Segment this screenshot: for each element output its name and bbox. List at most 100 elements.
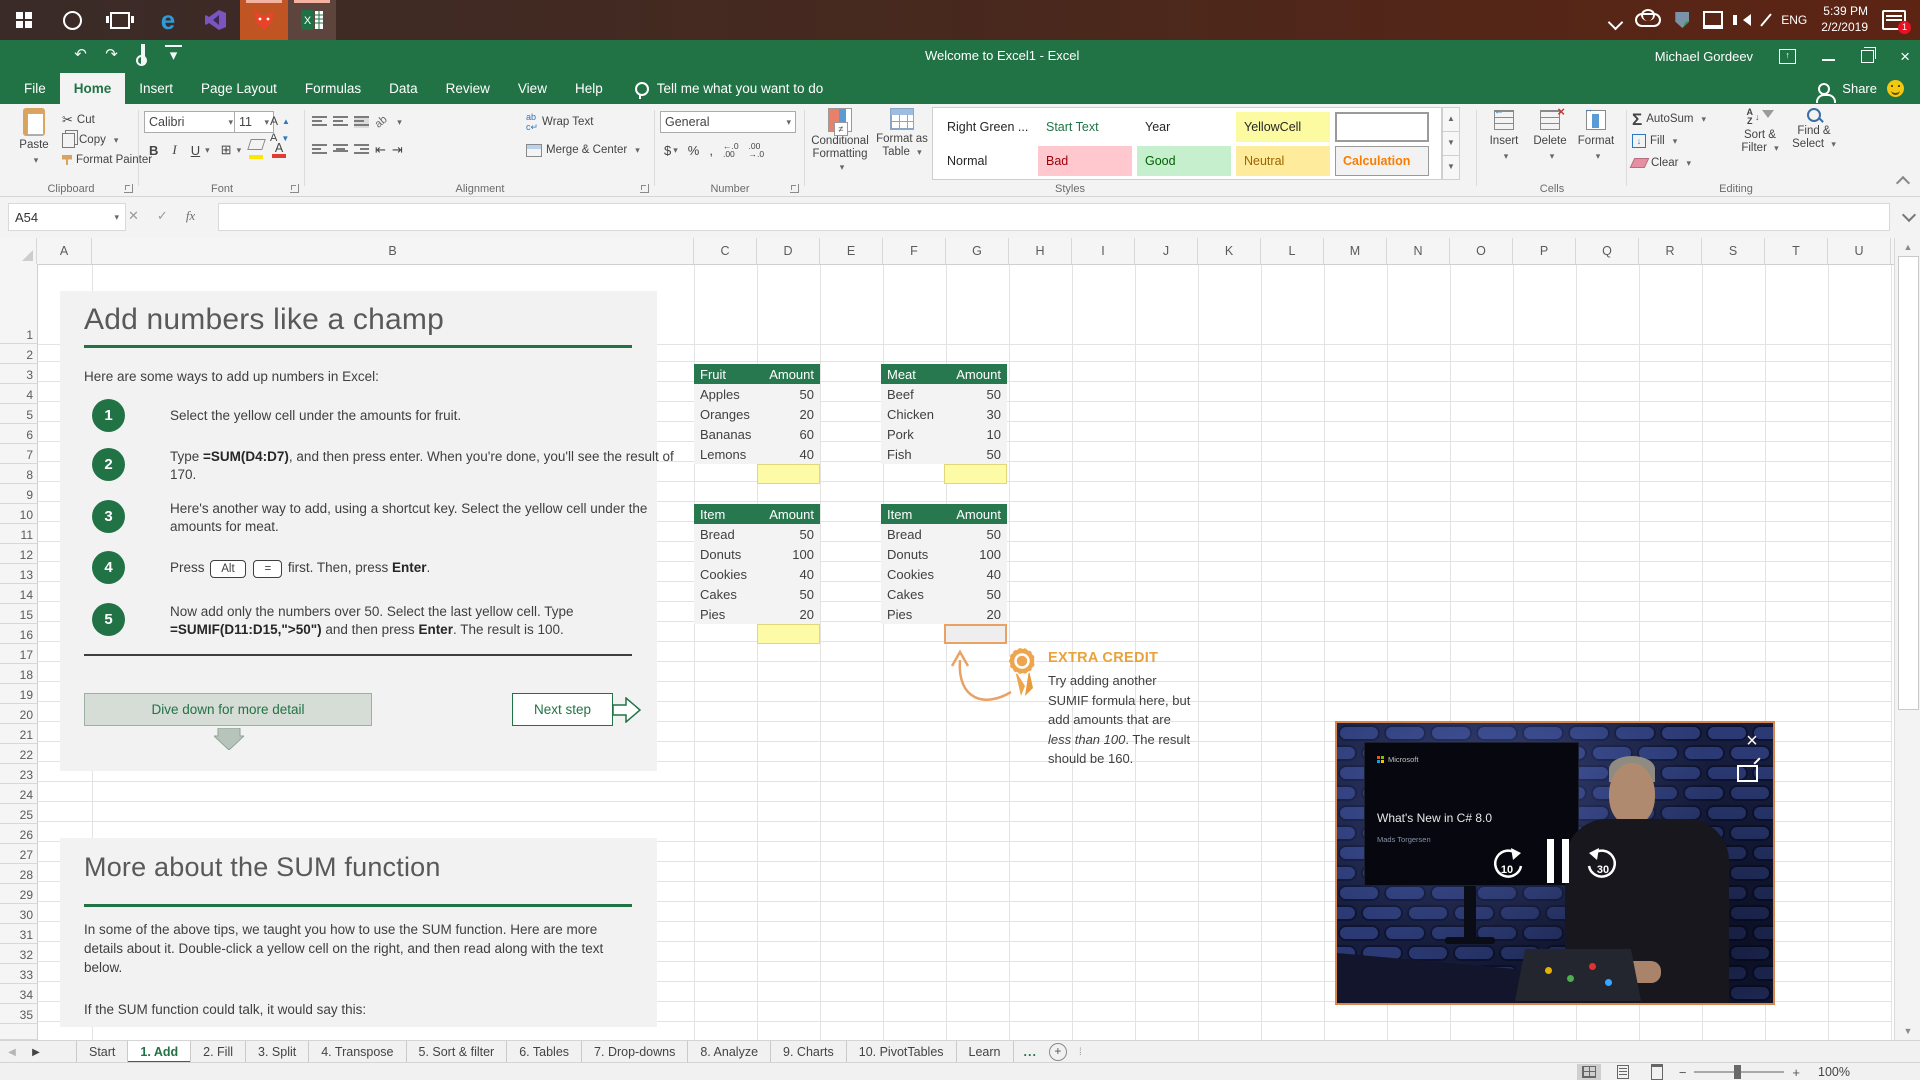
sheet-tab-5-sort-filter[interactable]: 5. Sort & filter [407, 1041, 508, 1063]
gallery-up-icon[interactable]: ▲ [1442, 107, 1460, 132]
style-bad[interactable]: Bad [1038, 146, 1132, 176]
sort-filter-button[interactable]: AZ↓ Sort &Filter ▾ [1736, 108, 1784, 155]
ribbon-tab-formulas[interactable]: Formulas [291, 73, 375, 104]
tab-splitter-icon[interactable]: ⁞ [1079, 1047, 1082, 1058]
restore-button[interactable] [1861, 50, 1874, 63]
item-cell[interactable]: Donuts [694, 544, 757, 564]
column-header-O[interactable]: O [1450, 238, 1513, 264]
item-cell[interactable]: Cakes [694, 584, 757, 604]
minimize-button[interactable] [1822, 46, 1835, 61]
wrap-text-button[interactable]: abc↵Wrap Text [526, 112, 593, 132]
ribbon-tab-data[interactable]: Data [375, 73, 432, 104]
row-header-6[interactable]: 6 [0, 424, 37, 444]
sheet-tab-learn[interactable]: Learn [957, 1041, 1014, 1063]
accounting-format-button[interactable]: $ [664, 143, 671, 158]
orientation-button[interactable]: ab [373, 113, 390, 130]
speaker-icon[interactable] [1737, 14, 1751, 26]
format-cells-button[interactable]: ↔Format▾ [1574, 108, 1618, 162]
sheet-tabs-overflow[interactable]: ... [1024, 1045, 1037, 1059]
row-header-27[interactable]: 27 [0, 844, 37, 864]
row-header-5[interactable]: 5 [0, 404, 37, 424]
zoom-slider-thumb[interactable] [1734, 1065, 1741, 1079]
align-center-icon[interactable] [333, 144, 348, 156]
row-header-30[interactable]: 30 [0, 904, 37, 924]
align-middle-icon[interactable] [333, 116, 348, 128]
align-top-icon[interactable] [312, 116, 327, 128]
autosum-button[interactable]: ΣAutoSum▾ [1632, 109, 1706, 129]
redo-button[interactable]: ↷ [103, 46, 120, 63]
item-cell[interactable]: Pies [881, 604, 944, 624]
style-good[interactable]: Good [1137, 146, 1231, 176]
language-indicator[interactable]: ENG [1781, 13, 1807, 27]
column-header-A[interactable]: A [37, 238, 92, 264]
amount-cell[interactable]: 20 [944, 604, 1007, 624]
dive-down-button[interactable]: Dive down for more detail [84, 693, 372, 726]
column-header-N[interactable]: N [1387, 238, 1450, 264]
column-header-P[interactable]: P [1513, 238, 1576, 264]
amount-cell[interactable]: 40 [944, 564, 1007, 584]
sheet-tab-8-analyze[interactable]: 8. Analyze [688, 1041, 771, 1063]
new-sheet-button[interactable]: + [1049, 1043, 1067, 1061]
italic-button[interactable]: I [169, 142, 179, 158]
item-cell[interactable]: Pork [881, 424, 944, 444]
item-cell[interactable]: Fish [881, 444, 944, 464]
row-header-32[interactable]: 32 [0, 944, 37, 964]
sheet-tab-7-drop-downs[interactable]: 7. Drop-downs [582, 1041, 688, 1063]
defender-icon[interactable]: ✓ [1675, 12, 1689, 28]
yellow-result-cell[interactable] [757, 624, 820, 644]
style-start-text[interactable]: Start Text [1038, 112, 1132, 142]
row-header-12[interactable]: 12 [0, 544, 37, 564]
amount-cell[interactable]: 40 [757, 444, 820, 464]
row-header-19[interactable]: 19 [0, 684, 37, 704]
sheet-tab-3-split[interactable]: 3. Split [246, 1041, 309, 1063]
visual-studio-button[interactable] [192, 0, 240, 40]
fill-button[interactable]: ↓Fill▾ [1632, 131, 1677, 151]
zoom-in-button[interactable]: + [1792, 1065, 1800, 1080]
zoom-out-button[interactable]: − [1679, 1065, 1687, 1080]
gallery-down-icon[interactable]: ▼ [1442, 132, 1460, 156]
row-header-18[interactable]: 18 [0, 664, 37, 684]
page-layout-view-button[interactable] [1611, 1064, 1635, 1080]
normal-view-button[interactable] [1577, 1064, 1601, 1080]
fox-app-button[interactable] [240, 0, 288, 40]
column-header-F[interactable]: F [883, 238, 946, 264]
amount-cell[interactable]: 20 [757, 604, 820, 624]
ribbon-tab-review[interactable]: Review [432, 73, 504, 104]
column-header-J[interactable]: J [1135, 238, 1198, 264]
item-cell[interactable]: Apples [694, 384, 757, 404]
row-header-4[interactable]: 4 [0, 384, 37, 404]
close-button[interactable]: × [1900, 48, 1910, 65]
zoom-slider[interactable] [1694, 1071, 1784, 1073]
ribbon-tab-help[interactable]: Help [561, 73, 617, 104]
yellow-result-cell[interactable] [944, 464, 1007, 484]
column-header-E[interactable]: E [820, 238, 883, 264]
row-header-2[interactable]: 2 [0, 344, 37, 364]
video-popout-button[interactable] [1737, 765, 1758, 782]
amount-cell[interactable]: 60 [757, 424, 820, 444]
item-cell[interactable]: Bread [694, 524, 757, 544]
row-header-7[interactable]: 7 [0, 444, 37, 464]
column-header-C[interactable]: C [694, 238, 757, 264]
sheet-tab-1-add[interactable]: 1. Add [128, 1041, 191, 1063]
ribbon-tab-insert[interactable]: Insert [125, 73, 187, 104]
open-button[interactable] [10, 46, 27, 63]
font-family-combo[interactable]: Calibri▾ [144, 111, 238, 133]
increase-decimal-button[interactable]: ←.0.00 [723, 142, 739, 158]
vertical-scrollbar[interactable]: ▲ ▼ [1894, 238, 1920, 1040]
delete-cells-button[interactable]: ×Delete▾ [1528, 108, 1572, 162]
cancel-icon[interactable]: ✕ [128, 208, 139, 224]
enter-icon[interactable]: ✓ [157, 208, 168, 224]
font-dialog-launcher[interactable] [290, 184, 299, 193]
column-header-H[interactable]: H [1009, 238, 1072, 264]
item-cell[interactable]: Cakes [881, 584, 944, 604]
find-select-button[interactable]: Find &Select ▾ [1790, 108, 1838, 151]
yellow-result-cell[interactable] [757, 464, 820, 484]
insert-cells-button[interactable]: ←Insert▾ [1482, 108, 1526, 162]
amount-cell[interactable]: 50 [944, 584, 1007, 604]
item-cell[interactable]: Chicken [881, 404, 944, 424]
row-header-29[interactable]: 29 [0, 884, 37, 904]
column-header-T[interactable]: T [1765, 238, 1828, 264]
row-header-28[interactable]: 28 [0, 864, 37, 884]
cut-button[interactable]: ✂Cut [62, 110, 95, 130]
item-cell[interactable]: Cookies [881, 564, 944, 584]
